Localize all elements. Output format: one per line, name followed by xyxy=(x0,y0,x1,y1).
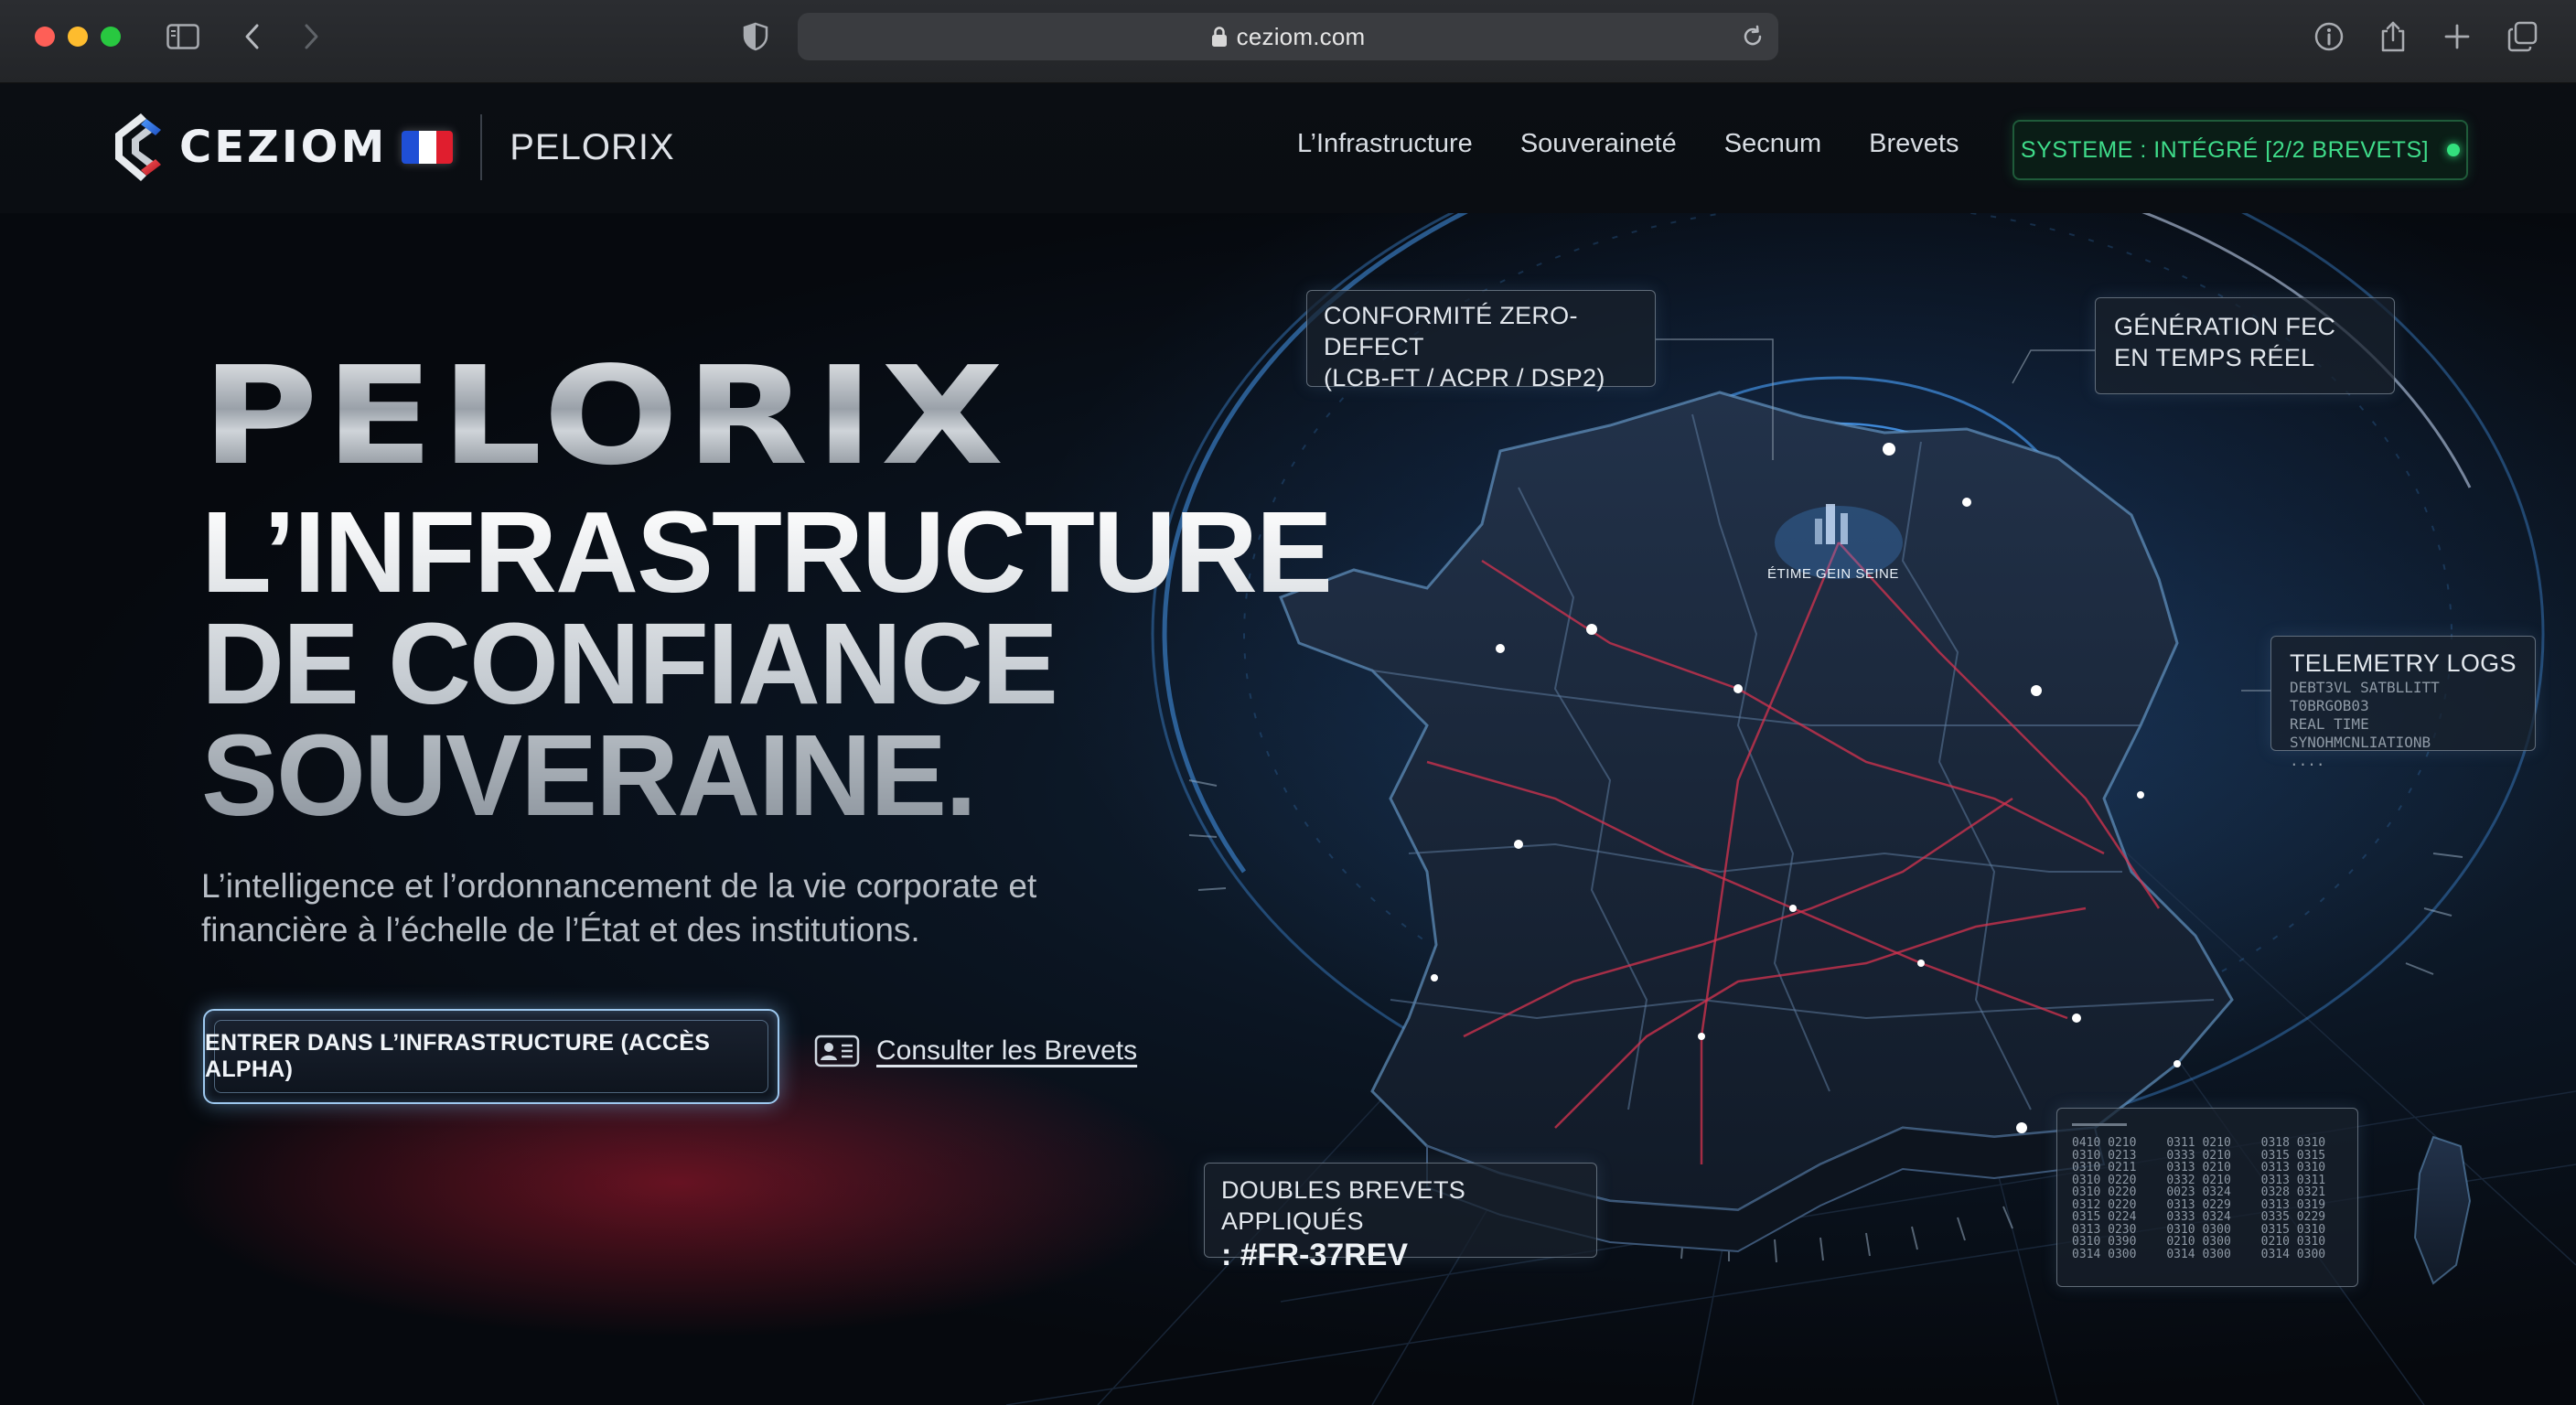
hex-code-cell: 0310 0300 xyxy=(2166,1222,2231,1237)
hex-code-cell: 0315 0310 xyxy=(2260,1222,2326,1237)
telemetry-line-2: REAL TIME SYNOHMCNLIATIONB xyxy=(2290,715,2431,751)
hex-code-cell: 0313 0210 xyxy=(2166,1161,2231,1174)
browser-window: ceziom.com CEZIOM PELORIX L’Infrastructu… xyxy=(0,0,2576,1405)
hex-codes-grid: 0410 0210 0311 0210 0318 0310 0310 0213 0333… xyxy=(2072,1137,2343,1260)
hex-code-cell: 0313 0311 xyxy=(2260,1173,2326,1187)
system-status-badge: SYSTEME : INTÉGRÉ [2/2 BREVETS] xyxy=(2012,120,2468,180)
ceziom-logo-icon xyxy=(115,113,161,181)
compliance-panel: CONFORMITÉ ZERO-DEFECT (LCB-FT / ACPR / … xyxy=(1306,290,1656,391)
nav-souverainete[interactable]: Souveraineté xyxy=(1520,129,1677,159)
hex-code-cell: 0313 0310 xyxy=(2260,1161,2326,1174)
map-location-label: ÉTIME GEIN SEINE xyxy=(1767,566,1899,582)
close-window-button[interactable] xyxy=(35,27,55,47)
brand-name: CEZIOM xyxy=(179,122,388,173)
hex-code-cell: 0023 0324 xyxy=(2166,1185,2231,1199)
patents-code: : #FR-37REV xyxy=(1221,1238,1409,1272)
system-status-text: SYSTEME : INTÉGRÉ [2/2 BREVETS] xyxy=(2020,136,2430,163)
share-icon[interactable] xyxy=(2377,20,2410,53)
hex-code-cell: 0314 0300 xyxy=(2260,1247,2326,1261)
nav-brevets[interactable]: Brevets xyxy=(1869,129,1959,159)
nav-infrastructure[interactable]: L’Infrastructure xyxy=(1297,129,1473,159)
hex-code-cell: 0210 0300 xyxy=(2166,1235,2231,1249)
info-icon[interactable] xyxy=(2313,20,2345,53)
consult-patents-label: Consulter les Brevets xyxy=(876,1035,1138,1066)
browser-toolbar: ceziom.com xyxy=(0,0,2576,83)
sidebar-icon[interactable] xyxy=(166,20,199,53)
reload-icon[interactable] xyxy=(1740,24,1766,54)
address-bar[interactable]: ceziom.com xyxy=(798,13,1778,60)
hex-codes-panel: 0410 0210 0311 0210 0318 0310 0310 0213 0333… xyxy=(2056,1108,2358,1287)
tabs-overview-icon[interactable] xyxy=(2506,20,2539,53)
brand-logo[interactable]: CEZIOM PELORIX xyxy=(110,111,675,184)
hex-code-cell: 0318 0310 xyxy=(2260,1136,2326,1150)
new-tab-icon[interactable] xyxy=(2441,20,2474,53)
headline-line-2: DE CONFIANCE xyxy=(201,599,1057,728)
hex-code-cell: 0310 0211 xyxy=(2072,1161,2137,1174)
hex-code-cell: 0333 0324 xyxy=(2166,1210,2231,1224)
hex-code-cell: 0310 0220 xyxy=(2072,1173,2137,1187)
site-header: CEZIOM PELORIX L’Infrastructure Souverai… xyxy=(0,83,2576,214)
forward-icon[interactable] xyxy=(295,20,327,53)
shield-icon[interactable] xyxy=(739,20,772,53)
hex-code-cell: 0311 0210 xyxy=(2166,1136,2231,1150)
id-card-icon xyxy=(814,1035,860,1067)
fec-line-2: EN TEMPS RÉEL xyxy=(2114,344,2315,371)
hex-code-cell: 0313 0230 xyxy=(2072,1222,2137,1237)
fec-panel: GÉNÉRATION FEC EN TEMPS RÉEL xyxy=(2095,297,2395,394)
consult-patents-link[interactable]: Consulter les Brevets xyxy=(814,1035,1137,1067)
status-dot-icon xyxy=(2447,144,2461,156)
telemetry-panel: TELEMETRY LOGS DEBT3VL SATBLLITT T0BRGOB… xyxy=(2270,636,2536,769)
hex-code-cell: 0333 0210 xyxy=(2166,1148,2231,1163)
back-icon[interactable] xyxy=(236,20,269,53)
hex-code-cell: 0315 0224 xyxy=(2072,1210,2137,1224)
hex-code-cell: 0310 0213 xyxy=(2072,1148,2137,1163)
hero-section: ÉTIME GEIN SEINE PELORIX L’INFRASTRUCTUR… xyxy=(0,213,2576,1405)
hex-code-cell: 0314 0300 xyxy=(2166,1247,2231,1261)
compliance-line-2: (LCB-FT / ACPR / DSP2) xyxy=(1324,364,1605,391)
headline-line-3: SOUVERAINE. xyxy=(201,711,976,840)
zoom-window-button[interactable] xyxy=(101,27,121,47)
hex-code-cell: 0313 0229 xyxy=(2166,1197,2231,1212)
nav-secnum[interactable]: Secnum xyxy=(1724,129,1821,159)
hex-code-cell: 0328 0321 xyxy=(2260,1185,2326,1199)
enter-infrastructure-label: ENTRER DANS L’INFRASTRUCTURE (ACCÈS ALPH… xyxy=(205,1030,711,1082)
panel-header-bar xyxy=(2072,1123,2127,1126)
lock-icon xyxy=(1211,26,1228,48)
url-text: ceziom.com xyxy=(1236,22,1366,50)
headline-line-1: L’INFRASTRUCTURE xyxy=(201,488,1331,617)
telemetry-title: TELEMETRY LOGS xyxy=(2290,649,2517,677)
hex-code-cell: 0313 0319 xyxy=(2260,1197,2326,1212)
hex-code-cell: 0310 0390 xyxy=(2072,1235,2137,1249)
main-nav: L’Infrastructure Souveraineté Secnum Bre… xyxy=(1297,129,2006,159)
hex-code-cell: 0335 0229 xyxy=(2260,1210,2326,1224)
hex-code-cell: 0310 0220 xyxy=(2072,1185,2137,1199)
enter-infrastructure-button[interactable]: ENTRER DANS L’INFRASTRUCTURE (ACCÈS ALPH… xyxy=(203,1009,779,1104)
hex-code-cell: 0332 0210 xyxy=(2166,1173,2231,1187)
fec-line-1: GÉNÉRATION FEC xyxy=(2114,313,2336,340)
product-name: PELORIX xyxy=(510,126,675,167)
hex-code-cell: 0314 0300 xyxy=(2072,1247,2137,1261)
hex-code-cell: 0315 0315 xyxy=(2260,1148,2326,1163)
compliance-line-1: CONFORMITÉ ZERO-DEFECT xyxy=(1324,302,1578,360)
hex-code-cell: 0210 0310 xyxy=(2260,1235,2326,1249)
french-flag-icon xyxy=(402,131,454,164)
telemetry-line-1: DEBT3VL SATBLLITT T0BRGOB03 xyxy=(2290,679,2440,714)
minimize-window-button[interactable] xyxy=(68,27,88,47)
logo-divider xyxy=(480,114,483,180)
hex-code-cell: 0410 0210 xyxy=(2072,1136,2137,1150)
telemetry-line-3: .... xyxy=(2290,752,2325,769)
hero-headline: L’INFRASTRUCTURE DE CONFIANCE SOUVERAINE… xyxy=(201,497,1331,831)
hero-big-title: PELORIX xyxy=(201,338,1011,495)
hex-code-cell: 0312 0220 xyxy=(2072,1197,2137,1212)
patents-line-1: DOUBLES BREVETS APPLIQUÉS xyxy=(1221,1176,1466,1235)
hero-subtitle: L’intelligence et l’ordonnancement de la… xyxy=(201,867,1037,949)
patents-panel: DOUBLES BREVETS APPLIQUÉS : #FR-37REV xyxy=(1204,1163,1597,1272)
